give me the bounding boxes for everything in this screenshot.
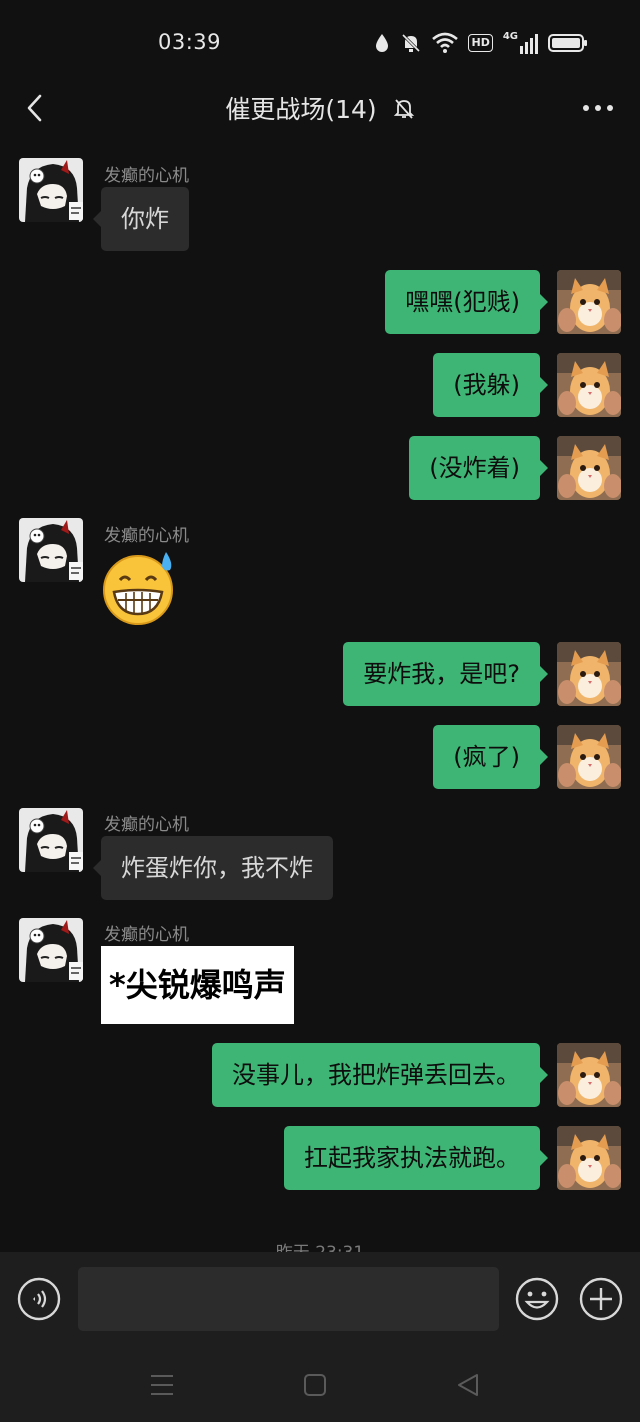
- chat-title-wrap: 催更战场(14): [0, 90, 640, 126]
- message-bubble-outgoing[interactable]: (疯了): [433, 725, 548, 789]
- message-bubble-outgoing[interactable]: 嘿嘿(犯贱): [385, 270, 548, 334]
- message-bubble-outgoing[interactable]: 要炸我，是吧?: [343, 642, 548, 706]
- network-label: 4G: [502, 31, 518, 42]
- message-bubble-outgoing[interactable]: (我躲): [433, 353, 548, 417]
- sender-name: 发癫的心机: [104, 526, 189, 546]
- avatar[interactable]: [557, 436, 621, 500]
- avatar[interactable]: [557, 1043, 621, 1107]
- sender-name: 发癫的心机: [104, 166, 189, 186]
- avatar[interactable]: [557, 725, 621, 789]
- avatar[interactable]: [557, 642, 621, 706]
- sender-name: 发癫的心机: [104, 925, 189, 945]
- plus-icon[interactable]: [579, 1277, 623, 1321]
- status-time: 03:39: [158, 30, 222, 54]
- avatar[interactable]: [557, 353, 621, 417]
- chat-title: 催更战场(14): [225, 95, 377, 124]
- avatar[interactable]: [19, 518, 83, 582]
- message-input[interactable]: [78, 1267, 499, 1331]
- text-sticker[interactable]: *尖锐爆鸣声: [101, 946, 294, 1024]
- avatar[interactable]: [19, 808, 83, 872]
- battery-icon: [548, 34, 587, 52]
- signal-4g-icon: 4G: [503, 32, 538, 54]
- back-triangle-icon[interactable]: [453, 1370, 483, 1400]
- avatar[interactable]: [19, 158, 83, 222]
- message-bubble-outgoing[interactable]: 没事儿，我把炸弹丢回去。: [212, 1043, 548, 1107]
- voice-icon[interactable]: [17, 1277, 61, 1321]
- wifi-icon: [432, 32, 459, 53]
- home-square-icon[interactable]: [300, 1370, 330, 1400]
- message-bubble-incoming[interactable]: 炸蛋炸你，我不炸: [93, 836, 333, 900]
- hd-icon: HD: [468, 34, 493, 52]
- chat-header: 催更战场(14): [0, 80, 640, 136]
- message-bubble-outgoing[interactable]: (没炸着): [409, 436, 548, 500]
- message-bubble-incoming[interactable]: 你炸: [93, 187, 189, 251]
- alarm-icon: [376, 34, 389, 52]
- menu-icon[interactable]: [147, 1370, 177, 1400]
- grinning-sweat-emoji-icon[interactable]: [100, 550, 176, 626]
- sender-name: 发癫的心机: [104, 815, 189, 835]
- mute-bell-icon: [393, 99, 414, 119]
- input-bar: [0, 1252, 640, 1348]
- status-bar: 03:39 HD 4G: [0, 0, 640, 80]
- more-dots-icon[interactable]: [582, 98, 614, 118]
- emoji-icon[interactable]: [515, 1277, 559, 1321]
- status-icons: HD 4G: [374, 30, 588, 56]
- avatar[interactable]: [557, 1126, 621, 1190]
- mute-bell-icon: [402, 33, 421, 53]
- system-nav-bar: [0, 1348, 640, 1422]
- avatar[interactable]: [19, 918, 83, 982]
- avatar[interactable]: [557, 270, 621, 334]
- message-bubble-outgoing[interactable]: 扛起我家执法就跑。: [284, 1126, 548, 1190]
